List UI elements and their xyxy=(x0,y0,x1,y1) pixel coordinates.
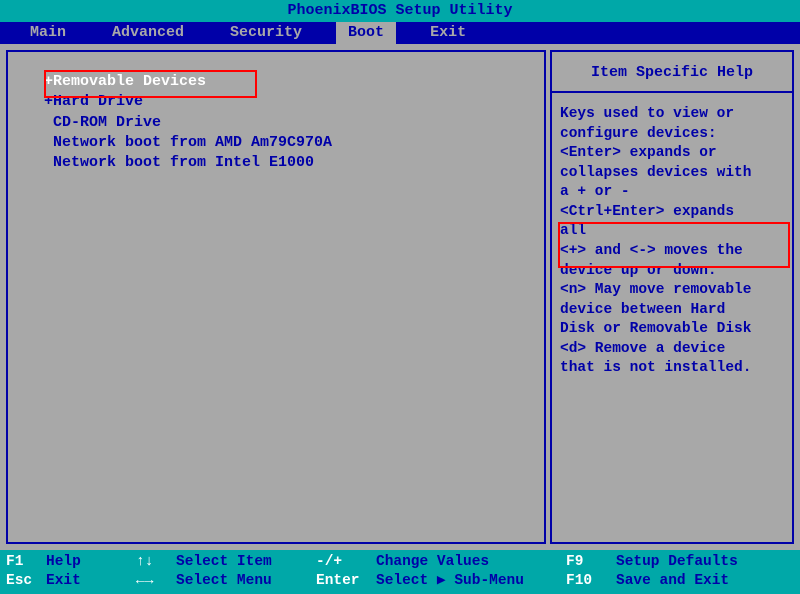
boot-item-label: CD-ROM Drive xyxy=(53,114,161,131)
hint-help: Help xyxy=(46,554,136,570)
menu-advanced[interactable]: Advanced xyxy=(100,22,196,44)
hint-exit: Exit xyxy=(46,573,136,589)
menu-boot[interactable]: Boot xyxy=(336,22,396,44)
footer-keyhints: F1 Help ↑↓ Select Item -/+ Change Values… xyxy=(0,550,800,594)
boot-item-label: Network boot from Intel E1000 xyxy=(53,154,314,171)
help-divider xyxy=(552,91,792,93)
key-enter: Enter xyxy=(316,573,376,589)
boot-item-net-amd[interactable]: Network boot from AMD Am79C970A xyxy=(44,133,536,153)
menu-security[interactable]: Security xyxy=(218,22,314,44)
boot-item-label: Network boot from AMD Am79C970A xyxy=(53,134,332,151)
workspace: +Removable Devices +Hard Drive CD-ROM Dr… xyxy=(0,44,800,550)
hint-select-item: Select Item xyxy=(176,554,316,570)
menu-exit[interactable]: Exit xyxy=(418,22,478,44)
boot-item-label: Hard Drive xyxy=(53,93,143,110)
menu-bar: Main Advanced Security Boot Exit xyxy=(0,22,800,44)
app-title: PhoenixBIOS Setup Utility xyxy=(287,2,512,19)
boot-item-cdrom[interactable]: CD-ROM Drive xyxy=(44,113,536,133)
expand-prefix xyxy=(44,154,53,171)
boot-item-label: Removable Devices xyxy=(53,73,206,90)
expand-prefix: + xyxy=(44,73,53,90)
help-body: Keys used to view or configure devices: … xyxy=(560,105,784,379)
key-f10: F10 xyxy=(566,573,616,589)
expand-prefix: + xyxy=(44,93,53,110)
boot-item-harddrive[interactable]: +Hard Drive xyxy=(44,92,536,112)
hint-save-exit: Save and Exit xyxy=(616,573,794,589)
key-f1: F1 xyxy=(6,554,46,570)
key-esc: Esc xyxy=(6,573,46,589)
menu-main[interactable]: Main xyxy=(18,22,78,44)
hint-setup-defaults: Setup Defaults xyxy=(616,554,794,570)
key-minusplus: -/+ xyxy=(316,554,376,570)
expand-prefix xyxy=(44,134,53,151)
hint-change-values: Change Values xyxy=(376,554,566,570)
boot-list[interactable]: +Removable Devices +Hard Drive CD-ROM Dr… xyxy=(16,58,536,173)
key-leftright: ←→ xyxy=(136,573,176,589)
bios-screen: PhoenixBIOS Setup Utility Main Advanced … xyxy=(0,0,800,594)
help-panel: Item Specific Help Keys used to view or … xyxy=(550,50,794,544)
key-updown: ↑↓ xyxy=(136,554,176,570)
boot-item-net-intel[interactable]: Network boot from Intel E1000 xyxy=(44,153,536,173)
boot-item-removable[interactable]: +Removable Devices xyxy=(44,72,536,92)
expand-prefix xyxy=(44,114,53,131)
hint-select-menu: Select Menu xyxy=(176,573,316,589)
title-bar: PhoenixBIOS Setup Utility xyxy=(0,0,800,22)
boot-order-panel: +Removable Devices +Hard Drive CD-ROM Dr… xyxy=(6,50,546,544)
hint-select-submenu: Select ▶ Sub-Menu xyxy=(376,572,566,589)
help-title: Item Specific Help xyxy=(560,58,784,91)
key-f9: F9 xyxy=(566,554,616,570)
